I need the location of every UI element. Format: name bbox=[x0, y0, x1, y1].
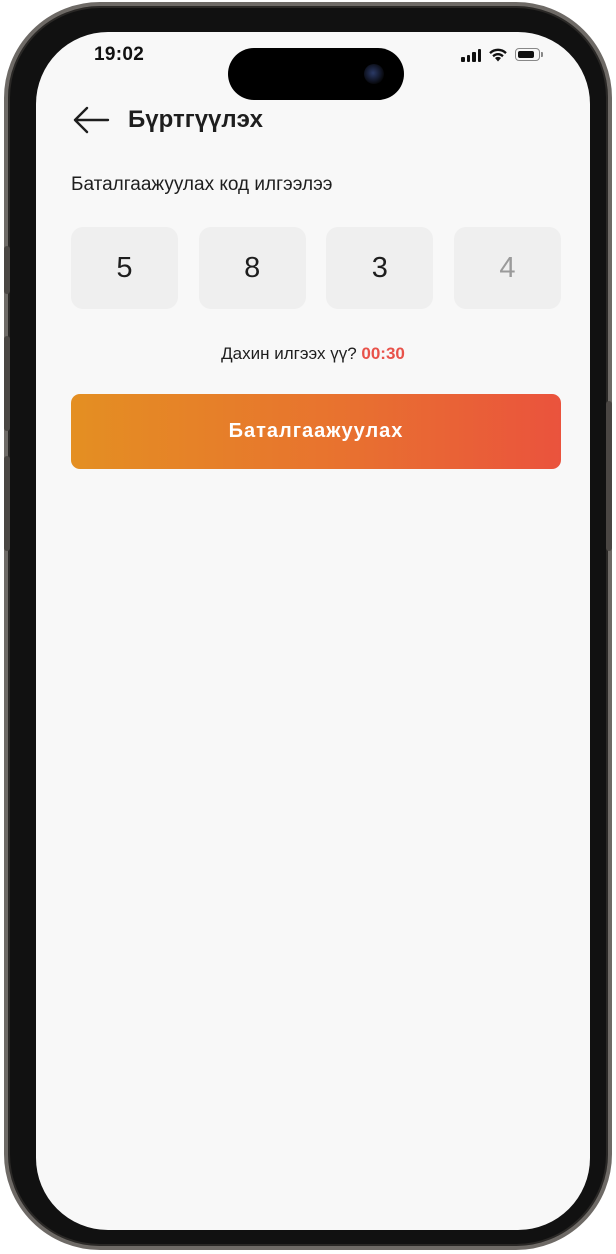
camera-icon bbox=[364, 64, 384, 84]
phone-frame: 19:02 Бүртгүүлэх Баталгаажуулах код илгэ… bbox=[4, 2, 612, 1250]
status-icons bbox=[461, 47, 543, 62]
otp-code-input: 5 8 3 4 bbox=[71, 227, 561, 309]
otp-digit-box-4[interactable]: 4 bbox=[453, 227, 561, 309]
cellular-signal-icon bbox=[461, 48, 481, 62]
page-title: Бүртгүүлэх bbox=[128, 106, 263, 133]
header: Бүртгүүлэх bbox=[72, 100, 263, 140]
resend-row: Дахин илгээх үү? 00:30 bbox=[36, 344, 590, 364]
dynamic-island bbox=[228, 48, 404, 100]
battery-icon bbox=[515, 48, 543, 61]
otp-digit-box-1[interactable]: 5 bbox=[71, 227, 178, 309]
confirm-button[interactable]: Баталгаажуулах bbox=[71, 394, 561, 469]
arrow-left-icon[interactable] bbox=[72, 106, 110, 134]
battery-level-fill bbox=[517, 50, 534, 58]
resend-timer: 00:30 bbox=[361, 344, 405, 363]
status-time: 19:02 bbox=[94, 44, 145, 65]
action-button bbox=[4, 246, 10, 294]
status-bar: 19:02 bbox=[36, 32, 590, 100]
resend-prompt[interactable]: Дахин илгээх үү? bbox=[221, 344, 357, 363]
power-button bbox=[606, 401, 612, 551]
otp-digit-box-3[interactable]: 3 bbox=[326, 227, 434, 309]
wifi-icon bbox=[489, 48, 507, 62]
code-sent-label: Баталгаажуулах код илгээлээ bbox=[71, 174, 333, 195]
volume-down-button bbox=[4, 456, 10, 551]
volume-up-button bbox=[4, 336, 10, 431]
screen: 19:02 Бүртгүүлэх Баталгаажуулах код илгэ… bbox=[36, 32, 590, 1230]
otp-digit-box-2[interactable]: 8 bbox=[198, 227, 306, 309]
